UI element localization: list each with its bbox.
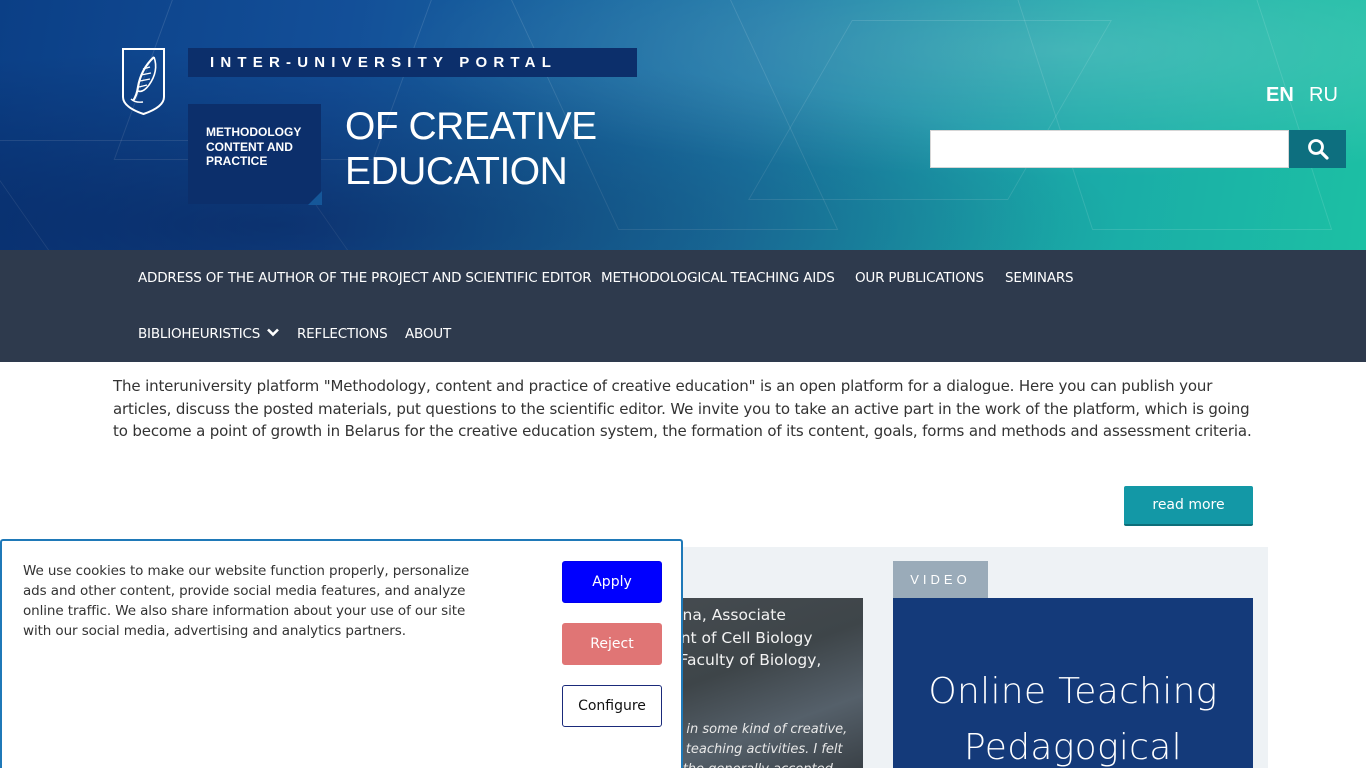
configure-cookies-button[interactable]: Configure (562, 685, 662, 727)
main-nav: ADDRESS OF THE AUTHOR OF THE PROJECT AND… (0, 250, 1366, 362)
cookie-consent-text: We use cookies to make our website funct… (23, 563, 470, 639)
label-box-tail (308, 191, 322, 205)
apply-cookies-button[interactable]: Apply (562, 561, 662, 603)
feather-emblem-icon[interactable] (121, 47, 166, 116)
language-ru-link[interactable]: RU (1309, 84, 1338, 107)
nav-item-author-address[interactable]: ADDRESS OF THE AUTHOR OF THE PROJECT AND… (138, 270, 592, 286)
video-section-tag: VIDEO (893, 561, 988, 598)
article-title-line: laevna, Associate (662, 606, 786, 624)
video-title-line: Online Teaching (928, 671, 1218, 712)
portal-label: INTER-UNIVERSITY PORTAL (188, 48, 637, 77)
site-title-line: OF CREATIVE (345, 105, 597, 148)
search-icon (1307, 139, 1329, 160)
article-title-line: ng, Faculty of Biology, (662, 651, 822, 670)
article-quote-line: y teaching activities. I felt (674, 742, 843, 757)
video-title: Online Teaching Pedagogical (893, 664, 1253, 768)
intro-text: The interuniversity platform "Methodolog… (113, 377, 1252, 441)
nav-item-reflections[interactable]: REFLECTIONS (297, 326, 388, 342)
methodology-label-line: PRACTICE (206, 154, 268, 168)
nav-item-biblioheuristics[interactable]: BIBLIOHEURISTICS (138, 326, 280, 342)
search-button[interactable] (1289, 130, 1346, 168)
video-card[interactable]: Online Teaching Pedagogical (893, 598, 1253, 768)
header-banner: INTER-UNIVERSITY PORTAL METHODOLOGY CONT… (0, 0, 1366, 250)
article-card[interactable]: laevna, Associate tment of Cell Biology … (662, 598, 863, 768)
methodology-label-line: CONTENT AND (206, 139, 293, 154)
nav-item-about[interactable]: ABOUT (405, 326, 451, 342)
chevron-down-icon (267, 328, 280, 337)
video-title-line: Pedagogical (964, 727, 1182, 768)
article-title-line: tment of Cell Biology (662, 628, 813, 647)
article-quote: g in some kind of creative, y teaching a… (674, 720, 863, 768)
search-input[interactable] (930, 130, 1289, 168)
reject-cookies-button[interactable]: Reject (562, 623, 662, 665)
site-title-line: EDUCATION (345, 150, 568, 193)
nav-item-teaching-aids[interactable]: METHODOLOGICAL TEACHING AIDS (601, 270, 835, 286)
article-quote-line: g in some kind of creative, (674, 722, 848, 737)
nav-item-label: BIBLIOHEURISTICS (138, 326, 261, 342)
read-more-button[interactable]: read more (1124, 486, 1253, 526)
nav-item-seminars[interactable]: SEMINARS (1005, 270, 1074, 286)
article-quote-line: f the generally accepted (674, 760, 863, 768)
site-title[interactable]: OF CREATIVE EDUCATION (345, 104, 665, 194)
language-en-link[interactable]: EN (1266, 84, 1294, 107)
methodology-label-line: METHODOLOGY (206, 125, 302, 139)
methodology-label-box: METHODOLOGY CONTENT AND PRACTICE (188, 104, 322, 205)
article-title: laevna, Associate tment of Cell Biology … (662, 604, 863, 672)
nav-item-publications[interactable]: OUR PUBLICATIONS (855, 270, 984, 286)
cookie-consent-banner: We use cookies to make our website funct… (0, 539, 683, 768)
